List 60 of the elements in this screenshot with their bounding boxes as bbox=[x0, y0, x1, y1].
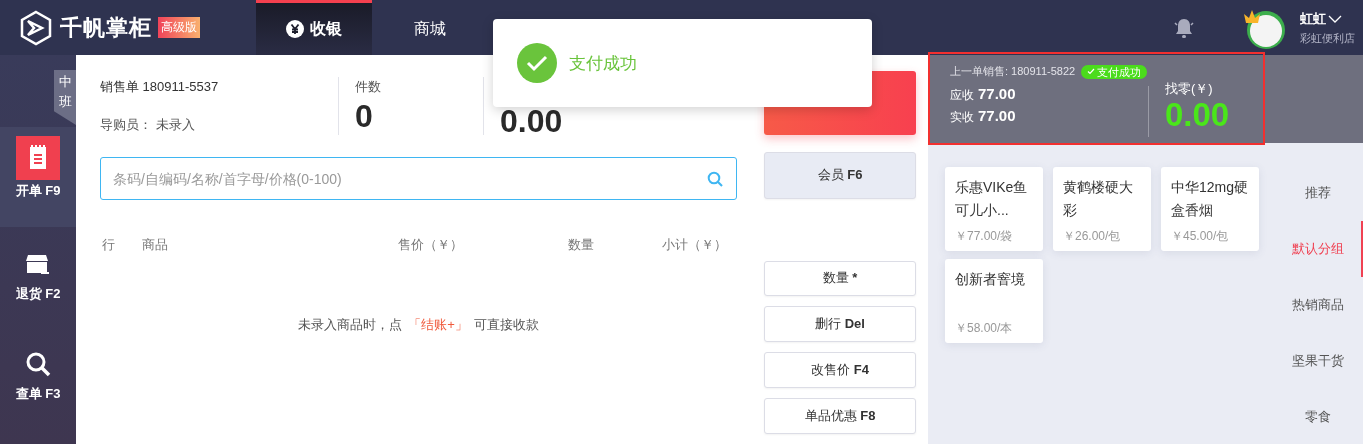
category-tab[interactable]: 推荐 bbox=[1275, 165, 1363, 221]
order-number: 销售单 180911-5537 bbox=[100, 78, 220, 96]
column-header: 数量 bbox=[568, 236, 595, 254]
total-amount: 0.00 bbox=[500, 102, 563, 139]
product-name: 黄鹤楼硬大彩 bbox=[1063, 178, 1134, 220]
user-name[interactable]: 虹虹 bbox=[1300, 9, 1326, 28]
action-button[interactable]: 删行 Del bbox=[764, 306, 916, 343]
amount-label: 实收 bbox=[950, 109, 974, 126]
nav-tab[interactable]: 商城 bbox=[372, 0, 488, 55]
guide-label: 导购员： bbox=[100, 117, 152, 132]
store-name: 彩虹便利店 bbox=[1300, 30, 1355, 46]
product-card[interactable]: 中华12mg硬盒香烟 ￥45.00/包 bbox=[1161, 167, 1259, 251]
column-header: 行 bbox=[102, 236, 116, 254]
empty-hint: 可直接收款 bbox=[473, 316, 539, 334]
sidebar-item[interactable]: 开单 F9 bbox=[0, 127, 76, 227]
logo-icon bbox=[18, 9, 54, 46]
receipt-icon bbox=[16, 136, 60, 180]
product-price: ￥26.00/包 bbox=[1063, 228, 1122, 245]
column-header: 商品 bbox=[142, 236, 169, 254]
product-card[interactable]: 创新者窨境 ￥58.00/本 bbox=[945, 259, 1043, 343]
product-name: 乐惠VIKe鱼可儿小... bbox=[955, 178, 1029, 220]
checkout-link[interactable]: 「结账+」 bbox=[408, 316, 468, 334]
count-label: 件数 bbox=[355, 77, 382, 96]
change-label: 找零(￥) bbox=[1165, 80, 1214, 98]
product-price: ￥45.00/包 bbox=[1171, 228, 1230, 245]
toast-message: 支付成功 bbox=[569, 52, 637, 75]
product-name: 创新者窨境 bbox=[955, 270, 1026, 289]
action-button[interactable]: 改售价 F4 bbox=[764, 352, 916, 389]
product-card[interactable]: 黄鹤楼硬大彩 ￥26.00/包 bbox=[1053, 167, 1151, 251]
action-button[interactable]: 会员 F6 bbox=[764, 151, 916, 199]
yen-icon bbox=[286, 20, 304, 38]
product-card[interactable]: 乐惠VIKe鱼可儿小... ￥77.00/袋 bbox=[945, 167, 1043, 251]
sidebar-item[interactable]: 退货 F2 bbox=[0, 227, 76, 327]
edition-badge: 高级版 bbox=[158, 17, 200, 38]
amount-value: 77.00 bbox=[978, 107, 1016, 124]
product-price: ￥58.00/本 bbox=[955, 320, 1014, 337]
change-amount: 0.00 bbox=[1165, 98, 1230, 131]
column-header: 小计（￥） bbox=[661, 236, 728, 254]
guide-value: 未录入 bbox=[155, 117, 195, 132]
category-tab[interactable]: 热销商品 bbox=[1275, 277, 1363, 333]
amount-value: 77.00 bbox=[978, 85, 1016, 102]
success-check-icon bbox=[517, 43, 557, 83]
product-name: 中华12mg硬盒香烟 bbox=[1171, 178, 1249, 220]
action-button[interactable]: 数量 * bbox=[764, 260, 916, 297]
amount-label: 应收 bbox=[950, 87, 974, 104]
search-field[interactable]: 条码/自编码/名称/首字母/价格(0-100) bbox=[100, 157, 737, 200]
status-badge: 支付成功 bbox=[1081, 64, 1148, 79]
chevron-down-icon[interactable] bbox=[1328, 14, 1342, 23]
app-logo-text: 千帆掌柜 bbox=[60, 13, 152, 42]
category-tab[interactable]: 零食 bbox=[1275, 389, 1363, 444]
item-count: 0 bbox=[355, 97, 374, 135]
last-sale-label: 上一单销售: 180911-5822 bbox=[950, 64, 1076, 79]
column-header: 售价（￥） bbox=[398, 236, 464, 254]
sidebar-item[interactable]: 查单 F3 bbox=[0, 327, 76, 427]
nav-tab[interactable]: 收银 bbox=[256, 0, 372, 55]
product-price: ￥77.00/袋 bbox=[955, 228, 1014, 245]
search-icon bbox=[25, 351, 51, 377]
empty-hint: 未录入商品时，点 bbox=[298, 316, 403, 334]
action-button[interactable]: 单品优惠 F8 bbox=[764, 398, 916, 434]
category-tab[interactable]: 坚果干货 bbox=[1275, 333, 1363, 389]
